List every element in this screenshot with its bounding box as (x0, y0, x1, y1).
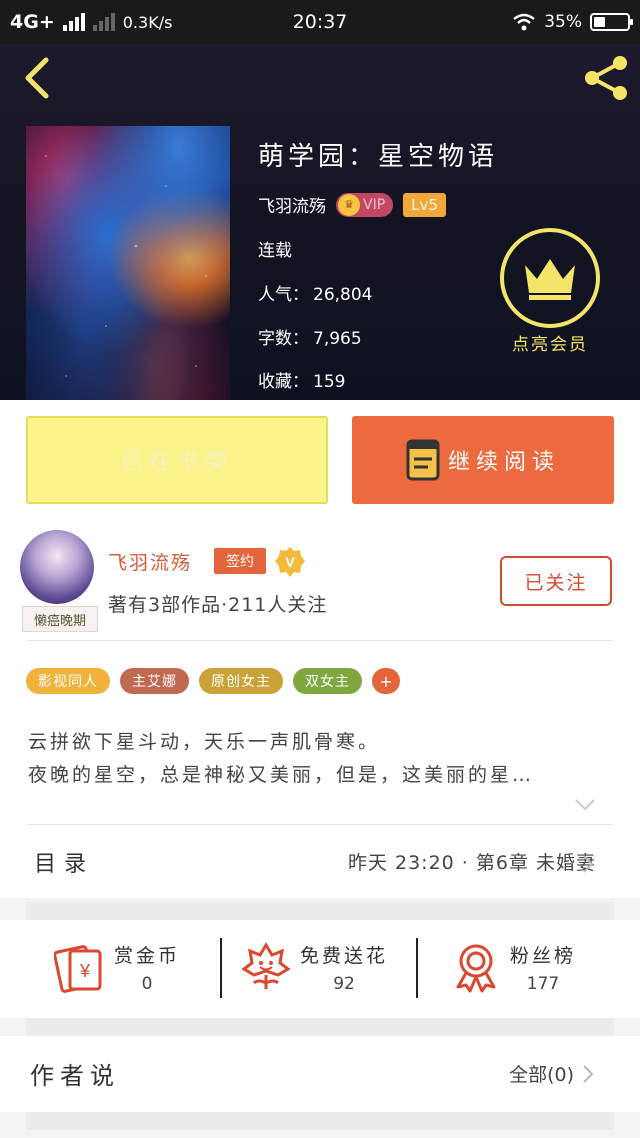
view-all-link[interactable]: 全部(0) (509, 1060, 574, 1087)
stat-label: 赏金币 (114, 944, 181, 967)
section-separator (26, 1018, 614, 1036)
network-type: 4G+ (10, 11, 55, 33)
followed-button[interactable]: 已关注 (500, 556, 612, 606)
verified-v-icon: V (275, 547, 305, 577)
svg-text:¥: ¥ (79, 961, 91, 981)
network-speed: 0.3K/s (122, 12, 173, 32)
chevron-down-icon[interactable] (574, 798, 596, 812)
stat-value: 177 (526, 973, 560, 994)
intro-line: 云拼欲下星斗动，天乐一声肌骨寒。 (28, 731, 381, 753)
book-cover[interactable] (26, 126, 230, 400)
book-header: 萌学园：星空物语 飞羽流殇 ♛ VIP Lv5 连载 人气： 26,804 字数：… (0, 44, 640, 400)
add-tag-button[interactable]: + (372, 668, 400, 694)
battery-icon (590, 13, 633, 31)
toc-label: 目录 (34, 852, 95, 877)
book-icon (406, 439, 440, 481)
level-badge: Lv5 (403, 192, 446, 217)
signed-badge: 签约 (214, 548, 266, 574)
book-intro[interactable]: 云拼欲下星斗动，天乐一声肌骨寒。 夜晚的星空，总是神秘又美丽，但是，这美丽的星… (28, 726, 608, 792)
chevron-right-icon (583, 855, 594, 873)
author-avatar[interactable] (20, 530, 94, 604)
section-separator (26, 1112, 614, 1130)
book-title: 萌学园：星空物语 (258, 142, 499, 172)
book-status: 连载 (258, 241, 292, 261)
intro-line: 夜晚的星空，总是神秘又美丽，但是，这美丽的星… (28, 764, 535, 786)
back-icon[interactable] (18, 56, 58, 100)
svg-text:V: V (285, 554, 295, 570)
status-bar: 4G+ 0.3K/s 20:37 35% (0, 0, 640, 44)
flower-icon (241, 942, 291, 989)
latest-chapter: 昨天 23:20 · 第6章 未婚妻 (347, 852, 596, 874)
avatar-caption: 懒癌晚期 (22, 606, 98, 632)
vip-promo-label: 点亮会员 (512, 335, 588, 355)
divider (220, 938, 222, 998)
popularity: 人气： 26,804 (258, 285, 373, 305)
vip-badge: ♛ VIP (336, 192, 394, 217)
crown-icon (525, 259, 575, 300)
author-name[interactable]: 飞羽流殇 (108, 548, 192, 575)
table-of-contents-row[interactable]: 目录 昨天 23:20 · 第6章 未婚妻 (0, 826, 640, 898)
divider (416, 938, 418, 998)
signal-icon (62, 13, 85, 31)
battery-percent: 35% (544, 12, 582, 32)
word-count: 字数： 7,965 (258, 329, 362, 349)
stat-label: 粉丝榜 (510, 944, 577, 967)
stat-label: 免费送花 (300, 944, 389, 967)
divider (26, 824, 614, 825)
stat-value: 92 (333, 973, 355, 994)
wifi-icon (513, 13, 535, 31)
tag-item[interactable]: 双女主 (293, 668, 362, 694)
tag-item[interactable]: 影视同人 (26, 668, 110, 694)
crown-icon: ♛ (338, 193, 360, 216)
in-shelf-button[interactable]: 已在书架 (26, 416, 328, 504)
book-author[interactable]: 飞羽流殇 (258, 192, 326, 217)
author-stats: 著有3部作品·211人关注 (108, 594, 328, 616)
share-icon[interactable] (580, 54, 632, 102)
red-envelope-icon: ¥ (54, 945, 102, 993)
tag-item[interactable]: 主艾娜 (120, 668, 189, 694)
free-flowers[interactable]: 免费送花 92 (240, 934, 388, 1000)
tag-item[interactable]: 原创女主 (199, 668, 283, 694)
author-section: 懒癌晚期 飞羽流殇 签约 V 著有3部作品·211人关注 已关注 影视同人 主艾… (0, 518, 640, 898)
fan-ranking[interactable]: 粉丝榜 177 (450, 934, 576, 1000)
chevron-right-icon (583, 1065, 594, 1083)
section-separator (26, 902, 614, 920)
signal-icon-secondary (92, 13, 115, 31)
action-bar: 已在书架 继续阅读 (0, 400, 640, 518)
reward-coins[interactable]: ¥ 赏金币 0 (54, 934, 180, 1000)
ribbon-badge-icon (456, 944, 496, 993)
author-says-title: 作者说 (30, 1062, 120, 1090)
support-stats: ¥ 赏金币 0 免费送花 92 粉丝榜 177 (0, 920, 640, 1018)
favorites-count: 收藏： 159 (258, 372, 346, 392)
continue-reading-button[interactable]: 继续阅读 (352, 416, 614, 504)
divider (26, 640, 614, 641)
stat-value: 0 (141, 973, 153, 994)
vip-promo-button[interactable]: 点亮会员 (500, 228, 600, 358)
tag-list: 影视同人 主艾娜 原创女主 双女主 + (26, 668, 400, 694)
author-says-row[interactable]: 作者说 全部(0) (0, 1036, 640, 1112)
